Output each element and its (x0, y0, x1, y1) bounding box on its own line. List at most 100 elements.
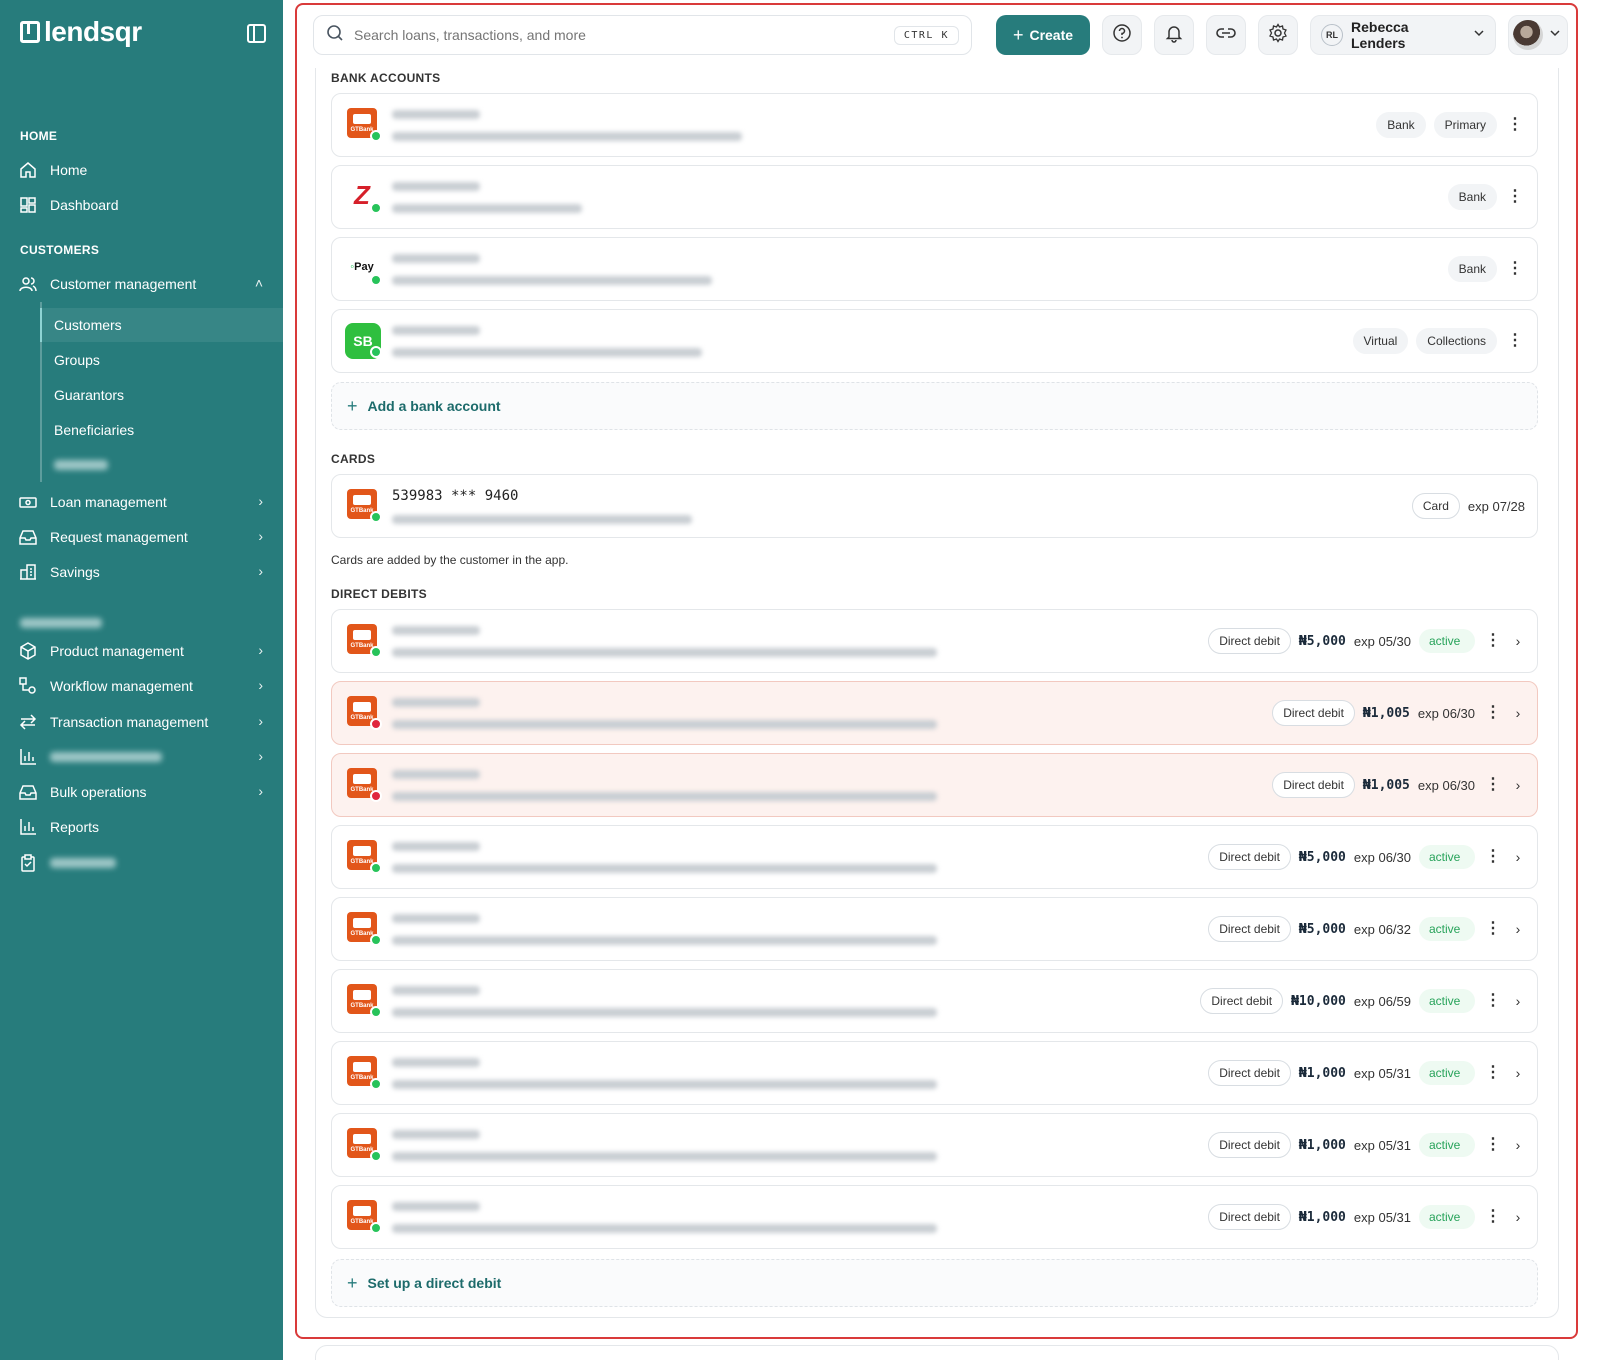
status-dot-active (370, 511, 382, 523)
chevron-right-icon: › (258, 493, 263, 509)
search-icon (326, 24, 344, 47)
chevron-right-icon[interactable]: › (1511, 921, 1525, 937)
more-options-icon[interactable]: ⋮ (1483, 1065, 1503, 1081)
more-options-icon[interactable]: ⋮ (1505, 189, 1525, 205)
plus-icon: + (347, 1272, 358, 1293)
tag-collections: Collections (1416, 328, 1497, 354)
more-options-icon[interactable]: ⋮ (1483, 705, 1503, 721)
direct-debit-row[interactable]: GTBank Direct debit ₦1,005 exp 06/30 ⋮ › (331, 681, 1538, 745)
chevron-right-icon[interactable]: › (1511, 633, 1525, 649)
sidebar-item-savings[interactable]: Savings › (0, 555, 283, 589)
notifications-button[interactable] (1154, 15, 1194, 55)
direct-debit-row[interactable]: GTBank Direct debit ₦1,000 exp 05/31 active ⋮… (331, 1113, 1538, 1177)
more-options-icon[interactable]: ⋮ (1483, 849, 1503, 865)
chevron-right-icon[interactable]: › (1511, 1137, 1525, 1153)
sidebar-item-request-management[interactable]: Request management › (0, 520, 283, 554)
direct-debit-row[interactable]: GTBank Direct debit ₦1,005 exp 06/30 ⋮ › (331, 753, 1538, 817)
tag-bank: Bank (1447, 256, 1497, 282)
search-bar[interactable]: CTRL K (313, 15, 972, 55)
sidebar-subitem-groups[interactable]: Groups (40, 343, 283, 377)
tag-bank: Bank (1447, 184, 1497, 210)
user-menu-button[interactable]: RL Rebecca Lenders (1310, 15, 1496, 55)
direct-debit-row[interactable]: GTBank Direct debit ₦5,000 exp 06/30 active ⋮… (331, 825, 1538, 889)
status-badge: active (1419, 1133, 1475, 1157)
avatar-menu-button[interactable] (1508, 15, 1568, 55)
sidebar-subitem-beneficiaries[interactable]: Beneficiaries (40, 413, 283, 447)
sidebar-item-customer-management[interactable]: Customer management ˄ (0, 267, 283, 301)
account-name-redacted (392, 698, 480, 707)
tag-primary: Primary (1433, 112, 1497, 138)
more-options-icon[interactable]: ⋮ (1483, 1137, 1503, 1153)
create-button[interactable]: + Create (996, 15, 1090, 55)
debit-expiry: exp 06/30 (1353, 849, 1411, 865)
debit-amount: ₦5,000 (1298, 849, 1346, 865)
more-options-icon[interactable]: ⋮ (1505, 333, 1525, 349)
bank-account-row[interactable]: ◦ Pay Bank ⋮ (331, 237, 1538, 301)
bank-account-row[interactable]: GTBank Bank Primary ⋮ (331, 93, 1538, 157)
add-bank-account-button[interactable]: + Add a bank account (331, 382, 1538, 430)
mandate-details-redacted (392, 1152, 937, 1161)
chevron-right-icon[interactable]: › (1511, 777, 1525, 793)
bank-account-row[interactable]: Z Bank ⋮ (331, 165, 1538, 229)
chevron-right-icon[interactable]: › (1511, 849, 1525, 865)
more-options-icon[interactable]: ⋮ (1505, 261, 1525, 277)
chevron-right-icon[interactable]: › (1511, 993, 1525, 1009)
collapse-sidebar-icon[interactable] (247, 24, 266, 43)
account-name-redacted (392, 1202, 480, 1211)
tag-direct-debit: Direct debit (1208, 1204, 1291, 1230)
more-options-icon[interactable]: ⋮ (1483, 633, 1503, 649)
sidebar-subitem-redacted[interactable] (40, 448, 283, 482)
sidebar-item-redacted-2[interactable] (0, 846, 283, 880)
sidebar-item-transaction-management[interactable]: Transaction management › (0, 705, 283, 739)
bank-account-row[interactable]: SB Virtual Collections ⋮ (331, 309, 1538, 373)
sidebar-item-loan-management[interactable]: Loan management › (0, 485, 283, 519)
sidebar-item-workflow-management[interactable]: Workflow management › (0, 669, 283, 703)
status-dot-active (370, 130, 382, 142)
chevron-right-icon[interactable]: › (1511, 1209, 1525, 1225)
sidebar-item-label: Home (50, 162, 88, 178)
sidebar-subitem-guarantors[interactable]: Guarantors (40, 378, 283, 412)
mandate-details-redacted (392, 1008, 937, 1017)
arrows-swap-icon (18, 712, 38, 732)
home-icon (18, 160, 38, 180)
sidebar-item-label: Savings (50, 564, 100, 580)
account-name-redacted (392, 110, 480, 119)
more-options-icon[interactable]: ⋮ (1483, 993, 1503, 1009)
sidebar-subitem-customers[interactable]: Customers (40, 308, 283, 342)
debit-amount: ₦1,000 (1298, 1209, 1346, 1225)
lendsqr-logo[interactable]: lendsqr (20, 16, 142, 48)
chevron-right-icon[interactable]: › (1511, 1065, 1525, 1081)
cash-icon (18, 492, 38, 512)
help-button[interactable] (1102, 15, 1142, 55)
mandate-details-redacted (392, 864, 937, 873)
mandate-details-redacted (392, 936, 937, 945)
settings-button[interactable] (1258, 15, 1298, 55)
search-input[interactable] (354, 27, 894, 43)
more-options-icon[interactable]: ⋮ (1483, 921, 1503, 937)
more-options-icon[interactable]: ⋮ (1483, 1209, 1503, 1225)
direct-debit-row[interactable]: GTBank Direct debit ₦1,000 exp 05/31 active ⋮… (331, 1185, 1538, 1249)
sidebar-item-redacted[interactable]: › (0, 740, 283, 774)
users-icon (18, 274, 38, 294)
direct-debit-row[interactable]: GTBank Direct debit ₦10,000 exp 06/59 active… (331, 969, 1538, 1033)
sidebar-item-product-management[interactable]: Product management › (0, 634, 283, 668)
logo-mark-icon (20, 21, 40, 43)
direct-debit-row[interactable]: GTBank Direct debit ₦5,000 exp 06/32 active ⋮… (331, 897, 1538, 961)
section-label-home: HOME (20, 129, 58, 143)
card-row[interactable]: GTBank 539983 *** 9460 Card exp 07/28 (331, 474, 1538, 538)
status-dot-active (370, 1150, 382, 1162)
direct-debit-row[interactable]: GTBank Direct debit ₦5,000 exp 05/30 active ⋮… (331, 609, 1538, 673)
more-options-icon[interactable]: ⋮ (1505, 117, 1525, 133)
sidebar-item-home[interactable]: Home (0, 153, 283, 187)
chevron-right-icon[interactable]: › (1511, 705, 1525, 721)
sidebar-item-bulk-operations[interactable]: Bulk operations › (0, 775, 283, 809)
sidebar-item-dashboard[interactable]: Dashboard (0, 188, 283, 222)
link-button[interactable] (1206, 15, 1246, 55)
more-options-icon[interactable]: ⋮ (1483, 777, 1503, 793)
sidebar-item-label: Reports (50, 819, 100, 835)
sidebar-item-reports[interactable]: Reports (0, 810, 283, 844)
status-badge: active (1419, 629, 1475, 653)
bank-accounts-title: BANK ACCOUNTS (331, 71, 441, 85)
direct-debit-row[interactable]: GTBank Direct debit ₦1,000 exp 05/31 active ⋮… (331, 1041, 1538, 1105)
set-up-direct-debit-button[interactable]: + Set up a direct debit (331, 1259, 1538, 1307)
